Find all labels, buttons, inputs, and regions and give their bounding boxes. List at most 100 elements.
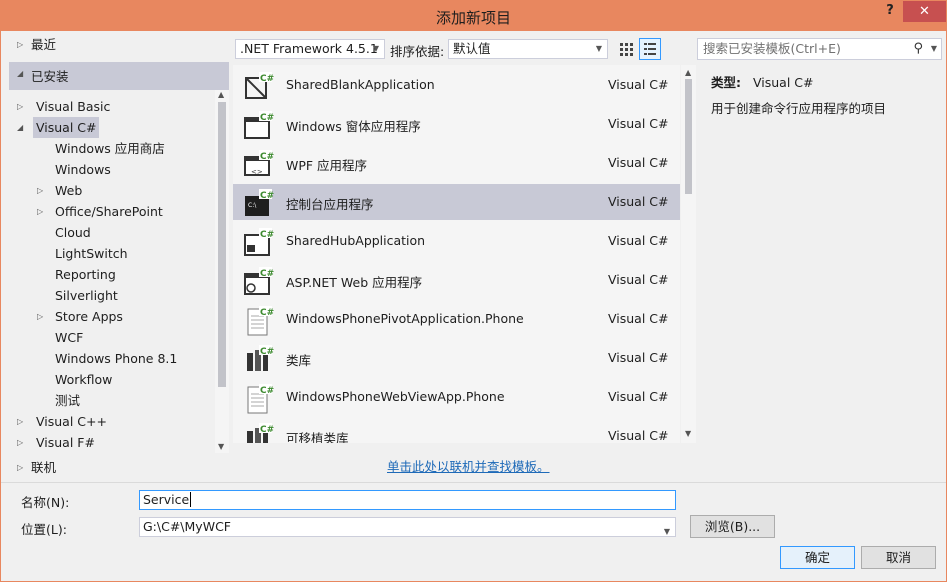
tree-item-label: WCF — [55, 330, 84, 345]
location-combobox[interactable]: G:\C#\MyWCF ▼ — [139, 517, 676, 537]
template-language: Visual C# — [608, 272, 669, 287]
list-view-button[interactable] — [639, 38, 661, 60]
web-app-icon: C# — [242, 267, 274, 295]
template-name: Windows 窗体应用程序 — [286, 119, 421, 134]
tree-item-label: Windows Phone 8.1 — [55, 351, 178, 366]
collapse-arrow-icon[interactable]: ◢ — [17, 69, 23, 78]
svg-text:C#: C# — [260, 230, 274, 240]
template-list-scroll-thumb[interactable] — [685, 79, 692, 194]
add-new-project-dialog: 添加新项目 ? ✕ ▷ 最近 ◢ 已安装 ▷ Visual Basic ◢ Visua… — [0, 0, 947, 582]
template-name: WPF 应用程序 — [286, 158, 368, 173]
small-icons-view-button[interactable] — [615, 38, 637, 60]
close-button[interactable]: ✕ — [903, 1, 946, 22]
expand-arrow-icon[interactable]: ▷ — [17, 34, 23, 55]
template-language: Visual C# — [608, 194, 669, 209]
location-label: 位置(L): — [21, 522, 67, 537]
windows-forms-icon: C# — [242, 111, 274, 139]
tree-item-label: Workflow — [55, 372, 113, 387]
template-row[interactable]: C# ASP.NET Web 应用程序 Visual C# — [233, 262, 680, 298]
class-library-icon: C# — [242, 345, 274, 373]
template-name: SharedHubApplication — [286, 233, 426, 248]
chevron-down-icon: ▼ — [372, 44, 379, 53]
template-name: 控制台应用程序 — [286, 197, 374, 212]
chevron-down-icon[interactable]: ▼ — [664, 523, 670, 541]
tree-scroll-thumb[interactable] — [218, 102, 226, 387]
svg-text:C#: C# — [260, 386, 274, 396]
template-language: Visual C# — [608, 116, 669, 131]
template-row[interactable]: <> C# WPF 应用程序 Visual C# — [233, 145, 680, 181]
framework-select[interactable]: .NET Framework 4.5.1 ▼ — [235, 39, 385, 59]
template-name: WindowsPhonePivotApplication.Phone — [286, 311, 524, 326]
scroll-down-arrow-icon[interactable]: ▼ — [218, 442, 224, 451]
expand-arrow-icon[interactable]: ▷ — [17, 411, 23, 432]
name-input[interactable]: Service — [139, 490, 676, 510]
sort-select[interactable]: 默认值 ▼ — [448, 39, 608, 59]
tree-item-label: Cloud — [55, 225, 91, 240]
divider — [1, 482, 946, 483]
type-value: Visual C# — [752, 75, 814, 90]
browse-button[interactable]: 浏览(B)... — [690, 515, 775, 538]
find-templates-online-link[interactable]: 单击此处以联机并查找模板。 — [387, 456, 550, 475]
template-row[interactable]: C# SharedHubApplication Visual C# — [233, 223, 680, 259]
tree-item-label: Store Apps — [55, 309, 123, 324]
template-name: ASP.NET Web 应用程序 — [286, 275, 423, 290]
document-icon: C# — [242, 384, 274, 414]
tree-item-label: Windows — [55, 162, 111, 177]
expand-arrow-icon[interactable]: ▷ — [37, 306, 43, 327]
console-icon: C:\ C# — [242, 189, 274, 217]
shared-hub-icon: C# — [242, 228, 274, 256]
tree-item-installed[interactable]: ◢ 已安装 — [9, 62, 229, 90]
tree-item-label: Silverlight — [55, 288, 118, 303]
ok-button[interactable]: 确定 — [780, 546, 855, 569]
template-list-scrollbar[interactable]: ▲ ▼ — [681, 65, 696, 443]
template-description: 用于创建命令行应用程序的项目 — [711, 101, 887, 116]
scroll-up-arrow-icon[interactable]: ▲ — [218, 90, 224, 99]
search-installed-templates-input[interactable]: 搜索已安装模板(Ctrl+E) ⚲ ▼ — [697, 38, 942, 60]
chevron-down-icon: ▼ — [595, 44, 602, 53]
template-row[interactable]: C# 可移植类库 Visual C# — [233, 418, 680, 443]
cancel-button[interactable]: 取消 — [861, 546, 936, 569]
svg-text:C#: C# — [260, 191, 274, 201]
template-language: Visual C# — [608, 233, 669, 248]
template-row[interactable]: C# SharedBlankApplication Visual C# — [233, 67, 680, 103]
tree-item-label: Windows 应用商店 — [55, 141, 165, 156]
expand-arrow-icon[interactable]: ▷ — [17, 432, 23, 453]
portable-library-icon: C# — [242, 423, 274, 443]
tree-item-label: 测试 — [55, 393, 81, 408]
template-name: 类库 — [286, 353, 312, 368]
template-row[interactable]: C# 类库 Visual C# — [233, 340, 680, 376]
svg-text:C:\: C:\ — [248, 202, 257, 209]
type-label: 类型: — [711, 75, 741, 90]
tree-item-label: Visual C# — [36, 120, 97, 135]
expand-arrow-icon[interactable]: ▷ — [17, 96, 23, 117]
search-icon[interactable]: ⚲ — [913, 39, 923, 59]
tree-scrollbar[interactable]: ▲ ▼ — [215, 90, 229, 453]
template-language: Visual C# — [608, 77, 669, 92]
help-button[interactable]: ? — [881, 3, 899, 21]
template-row[interactable]: C# Windows 窗体应用程序 Visual C# — [233, 106, 680, 142]
template-row[interactable]: C:\ C# 控制台应用程序 Visual C# — [233, 184, 680, 220]
template-row[interactable]: C# WindowsPhoneWebViewApp.Phone Visual C# — [233, 379, 680, 415]
tree-item-label: LightSwitch — [55, 246, 128, 261]
template-row[interactable]: C# WindowsPhonePivotApplication.Phone Visu… — [233, 301, 680, 337]
collapse-arrow-icon[interactable]: ◢ — [17, 117, 23, 138]
name-label: 名称(N): — [21, 495, 70, 510]
tree-item-label: Visual C++ — [36, 414, 107, 429]
svg-text:C#: C# — [260, 152, 274, 162]
tree-item-label: Visual Basic — [36, 99, 111, 114]
svg-text:<>: <> — [251, 168, 263, 176]
expand-arrow-icon[interactable]: ▷ — [17, 457, 23, 478]
template-details: 类型: Visual C# 用于创建命令行应用程序的项目 — [711, 72, 886, 117]
expand-arrow-icon[interactable]: ▷ — [37, 180, 43, 201]
chevron-down-icon[interactable]: ▼ — [931, 39, 937, 59]
title-bar: 添加新项目 ? ✕ — [1, 1, 946, 31]
expand-arrow-icon[interactable]: ▷ — [37, 201, 43, 222]
scroll-down-arrow-icon[interactable]: ▼ — [685, 429, 691, 438]
template-language: Visual C# — [608, 428, 669, 443]
svg-text:C#: C# — [260, 425, 274, 435]
template-language: Visual C# — [608, 311, 669, 326]
list-view-icon — [644, 43, 656, 55]
tree-item-label: Web — [55, 183, 83, 198]
dialog-title: 添加新项目 — [435, 9, 511, 27]
scroll-up-arrow-icon[interactable]: ▲ — [685, 68, 691, 77]
